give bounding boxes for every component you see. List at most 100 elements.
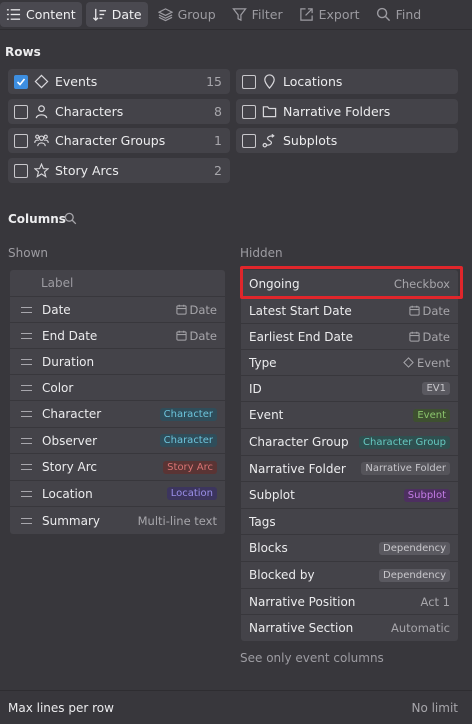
group-button[interactable]: Group [152,2,222,27]
shown-column-end-date[interactable]: End Date Date [10,322,225,348]
row-item-characters[interactable]: Characters 8 [8,99,230,124]
column-name: Latest Start Date [249,303,352,318]
content-button[interactable]: Content [0,2,82,27]
shown-column-duration[interactable]: Duration [10,348,225,374]
drag-handle-icon[interactable] [21,411,32,417]
hidden-column-blocks[interactable]: Blocks Dependency [241,534,458,561]
export-label: Export [318,7,360,22]
characters-checkbox[interactable] [14,104,28,119]
hidden-column-blocked-by[interactable]: Blocked by Dependency [241,561,458,588]
hidden-column-narrative-section[interactable]: Narrative Section Automatic [241,614,458,641]
shown-column-story-arc[interactable]: Story Arc Story Arc [10,453,225,480]
column-type: Date [175,328,218,343]
row-item-character-groups[interactable]: Character Groups 1 [8,128,230,153]
column-type-label: Automatic [391,621,450,635]
column-name: Color [42,380,74,395]
row-item-label: Characters [55,104,124,119]
export-button[interactable]: Export [293,2,366,27]
subplot-icon [262,133,275,148]
folder-icon [262,106,277,118]
row-item-label: Character Groups [55,133,166,148]
column-type-tag: Subplot [403,488,450,502]
column-name: Narrative Section [249,621,354,635]
row-item-events[interactable]: Events 15 [8,69,230,94]
story-arcs-checkbox[interactable] [14,163,28,178]
column-type-tag: EV1 [422,382,450,395]
row-item-count: 8 [214,104,222,119]
export-icon [299,8,313,21]
filter-icon [231,8,247,22]
column-type-tag: Dependency [379,568,450,582]
column-type-tag: Event [413,408,450,422]
hidden-column-event[interactable]: Event Event [241,401,458,428]
column-type-label: Date [189,328,218,343]
drag-handle-icon[interactable] [21,464,32,470]
drag-handle-icon[interactable] [21,358,32,365]
row-item-count: 1 [214,133,222,148]
column-type: Date [408,330,450,344]
layers-icon [157,8,173,22]
hidden-column-id[interactable]: ID EV1 [241,375,458,401]
drag-handle-icon[interactable] [21,384,32,391]
hidden-column-type[interactable]: Type Event [241,349,458,375]
subplots-checkbox[interactable] [242,133,256,148]
date-sort-button[interactable]: Date [85,2,148,27]
column-type-tag: Narrative Folder [361,462,450,475]
toolbar-divider [0,29,472,30]
column-search-icon[interactable] [64,212,77,225]
shown-column-date[interactable]: Date Date [10,296,225,322]
column-name: Duration [42,354,95,369]
hidden-column-character-group[interactable]: Character Group Character Group [241,428,458,455]
hidden-column-narrative-folder[interactable]: Narrative Folder Narrative Folder [241,455,458,481]
filter-button[interactable]: Filter [226,2,289,27]
content-label: Content [26,7,76,22]
sort-icon [92,8,106,22]
column-name: Date [42,302,71,317]
columns-title: Columns [8,212,66,226]
locations-checkbox[interactable] [242,74,256,89]
row-item-subplots[interactable]: Subplots [236,128,458,153]
drag-handle-icon[interactable] [21,490,32,497]
person-icon [35,105,48,119]
column-name: Story Arc [42,460,97,474]
row-item-locations[interactable]: Locations [236,69,458,94]
highlight-box [240,266,463,299]
group-icon [34,134,49,147]
find-button[interactable]: Find [370,2,428,27]
hidden-column-latest-start-date[interactable]: Latest Start Date Date [241,297,458,323]
drag-handle-icon[interactable] [21,332,32,339]
drag-handle-icon[interactable] [21,517,32,524]
shown-column-location[interactable]: Location Location [10,480,225,506]
hidden-columns-list: Ongoing Checkbox Latest Start Date Date … [241,270,458,641]
character-groups-checkbox[interactable] [14,133,28,148]
max-lines-value[interactable]: No limit [411,701,458,715]
row-item-story-arcs[interactable]: Story Arcs 2 [8,158,230,183]
events-checkbox[interactable] [14,74,28,89]
hidden-column-earliest-end-date[interactable]: Earliest End Date Date [241,323,458,349]
column-name: Earliest End Date [249,329,353,344]
max-lines-label: Max lines per row [8,701,114,715]
drag-handle-icon[interactable] [21,437,32,444]
column-name: Subplot [249,488,295,502]
drag-handle-icon[interactable] [21,306,32,313]
date-label: Date [111,7,142,22]
column-type-label: Date [189,302,218,317]
map-pin-icon [264,74,275,89]
shown-column-color[interactable]: Color [10,374,225,400]
row-item-count: 2 [214,163,222,178]
see-only-event-columns-link[interactable]: See only event columns [240,651,384,665]
find-label: Find [395,7,422,22]
column-type-tag: Character [159,434,217,447]
column-type-label: Multi-line text [137,513,217,528]
shown-column-summary[interactable]: Summary Multi-line text [10,506,225,534]
calendar-icon [175,304,187,315]
calendar-icon [408,331,420,342]
shown-column-character[interactable]: Character Character [10,400,225,427]
narrative-folders-checkbox[interactable] [242,104,256,119]
shown-column-observer[interactable]: Observer Character [10,427,225,453]
row-item-narrative-folders[interactable]: Narrative Folders [236,99,458,124]
hidden-column-tags[interactable]: Tags [241,508,458,534]
footer-divider [0,690,472,691]
hidden-column-subplot[interactable]: Subplot Subplot [241,481,458,508]
hidden-column-narrative-position[interactable]: Narrative Position Act 1 [241,588,458,614]
